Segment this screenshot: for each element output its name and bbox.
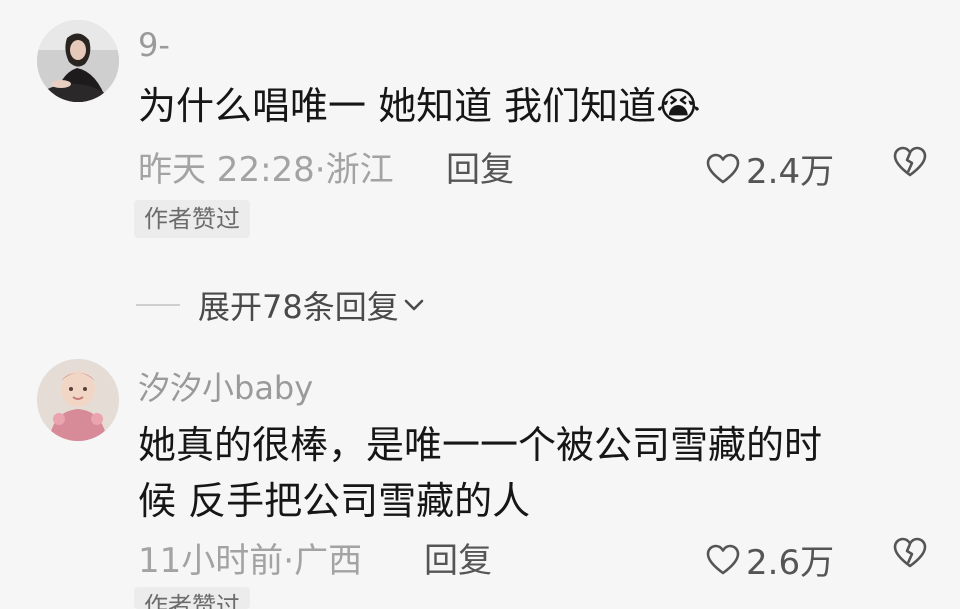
user-avatar-icon [37, 359, 119, 441]
comment-meta: 11小时前·广西 回复 2.6万 [138, 533, 948, 583]
broken-heart-icon [893, 537, 927, 568]
avatar[interactable] [37, 359, 119, 441]
like-count: 2.6万 [746, 543, 835, 583]
avatar[interactable] [37, 20, 119, 102]
like-button[interactable]: 2.6万 [706, 535, 834, 584]
comment-text: 她真的很棒，是唯一一个被公司雪藏的时 候 反手把公司雪藏的人 [138, 417, 928, 529]
reply-button[interactable]: 回复 [446, 142, 514, 191]
username[interactable]: 9- [138, 26, 170, 64]
author-liked-badge: 作者赞过 [134, 200, 250, 238]
dislike-button[interactable] [892, 146, 928, 182]
chevron-down-icon [404, 299, 424, 311]
time-location: 昨天 22:28·浙江 [138, 150, 394, 190]
user-avatar-icon [37, 20, 119, 102]
like-button[interactable]: 2.4万 [706, 144, 834, 193]
broken-heart-icon [893, 146, 927, 177]
reply-button[interactable]: 回复 [424, 533, 492, 582]
divider-line [136, 304, 180, 306]
crying-emoji-icon: 😭 [656, 84, 701, 128]
heart-icon [706, 544, 740, 574]
comment-meta: 昨天 22:28·浙江 回复 2.4万 [138, 142, 948, 192]
author-liked-badge: 作者赞过 [134, 587, 250, 609]
dislike-button[interactable] [892, 537, 928, 573]
heart-icon [706, 153, 740, 183]
comment-text-line: 候 反手把公司雪藏的人 [138, 479, 531, 523]
username[interactable]: 汐汐小baby [138, 363, 313, 409]
expand-replies-button[interactable]: 展开78条回复 [136, 280, 425, 330]
comment-text-body: 为什么唱唯一 她知道 我们知道 [138, 84, 657, 128]
like-count: 2.4万 [746, 152, 835, 192]
time-location: 11小时前·广西 [138, 541, 363, 581]
comment-text: 为什么唱唯一 她知道 我们知道😭 [138, 78, 928, 134]
comment-text-line: 她真的很棒，是唯一一个被公司雪藏的时 [138, 423, 823, 467]
expand-replies-label: 展开78条回复 [198, 288, 399, 326]
